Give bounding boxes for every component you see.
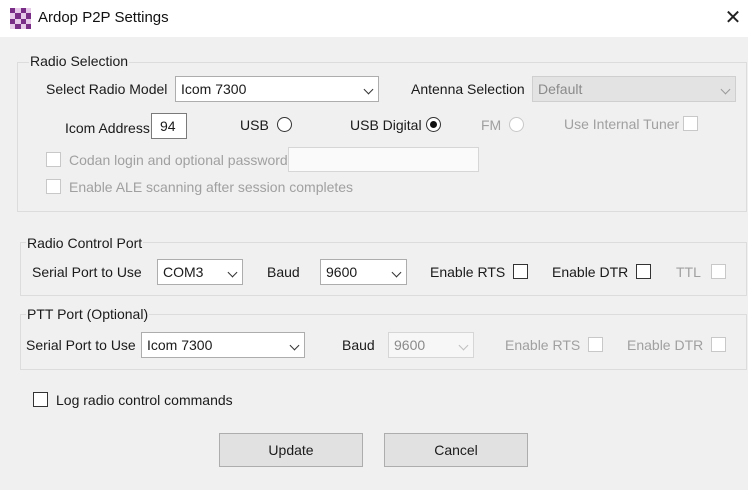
icom-address-value: 94 [160, 118, 176, 134]
usb-label: USB [240, 117, 269, 133]
ptt-serial-port-dropdown[interactable]: Icom 7300 [141, 332, 305, 358]
app-icon [10, 8, 31, 29]
control-baud-label: Baud [267, 264, 300, 280]
ptt-baud-value: 9600 [394, 337, 426, 353]
codan-checkbox[interactable] [46, 152, 61, 167]
ptt-enable-dtr-checkbox[interactable] [711, 337, 726, 352]
log-commands-checkbox[interactable] [33, 392, 48, 407]
control-serial-port-value: COM3 [163, 264, 204, 280]
control-enable-rts-label: Enable RTS [430, 264, 506, 280]
chevron-down-icon [720, 84, 731, 95]
control-baud-value: 9600 [326, 264, 358, 280]
update-button[interactable]: Update [219, 433, 363, 467]
antenna-value: Default [538, 81, 583, 97]
use-internal-tuner-label: Use Internal Tuner [564, 116, 680, 132]
codan-label: Codan login and optional password: [69, 152, 292, 168]
icom-address-field[interactable]: 94 [151, 113, 187, 139]
ptt-enable-rts-checkbox[interactable] [588, 337, 603, 352]
ptt-enable-rts-label: Enable RTS [505, 337, 581, 353]
icom-address-label: Icom Address [65, 120, 150, 136]
window-title: Ardop P2P Settings [38, 9, 169, 26]
radio-model-value: Icom 7300 [181, 81, 247, 97]
chevron-down-icon [363, 84, 374, 95]
ptt-serial-port-value: Icom 7300 [147, 337, 213, 353]
fm-radio[interactable] [509, 117, 524, 132]
usb-digital-radio[interactable] [426, 117, 441, 132]
ale-checkbox[interactable] [46, 179, 61, 194]
control-enable-dtr-checkbox[interactable] [636, 264, 651, 279]
control-enable-rts-checkbox[interactable] [513, 264, 528, 279]
radio-control-port-title: Radio Control Port [26, 235, 144, 251]
use-internal-tuner-checkbox[interactable] [683, 116, 698, 131]
antenna-dropdown[interactable]: Default [532, 76, 736, 102]
codan-password-field[interactable] [288, 147, 479, 172]
chevron-down-icon [227, 267, 238, 278]
title-bar: Ardop P2P Settings ✕ [0, 0, 748, 37]
ptt-enable-dtr-label: Enable DTR [627, 337, 704, 353]
control-enable-dtr-label: Enable DTR [552, 264, 629, 280]
select-radio-model-label: Select Radio Model [46, 81, 168, 97]
usb-digital-label: USB Digital [350, 117, 422, 133]
ptt-baud-dropdown[interactable]: 9600 [388, 332, 474, 358]
radio-selection-title: Radio Selection [29, 53, 130, 69]
ttl-label: TTL [676, 264, 701, 280]
ttl-checkbox[interactable] [711, 264, 726, 279]
settings-window: Ardop P2P Settings ✕ Radio Selection Sel… [0, 0, 748, 490]
control-baud-dropdown[interactable]: 9600 [320, 259, 407, 285]
control-serial-port-dropdown[interactable]: COM3 [157, 259, 243, 285]
antenna-selection-label: Antenna Selection [411, 81, 525, 97]
fm-label: FM [481, 117, 502, 133]
ptt-baud-label: Baud [342, 337, 375, 353]
ptt-port-title: PTT Port (Optional) [26, 306, 150, 322]
usb-radio[interactable] [277, 117, 292, 132]
chevron-down-icon [391, 267, 402, 278]
ptt-serial-port-label: Serial Port to Use [26, 337, 136, 353]
chevron-down-icon [289, 340, 300, 351]
control-serial-port-label: Serial Port to Use [32, 264, 142, 280]
radio-model-dropdown[interactable]: Icom 7300 [175, 76, 379, 102]
close-icon[interactable]: ✕ [718, 6, 748, 30]
ale-label: Enable ALE scanning after session comple… [69, 179, 354, 195]
log-commands-label: Log radio control commands [56, 392, 233, 408]
chevron-down-icon [458, 340, 469, 351]
cancel-button[interactable]: Cancel [384, 433, 528, 467]
